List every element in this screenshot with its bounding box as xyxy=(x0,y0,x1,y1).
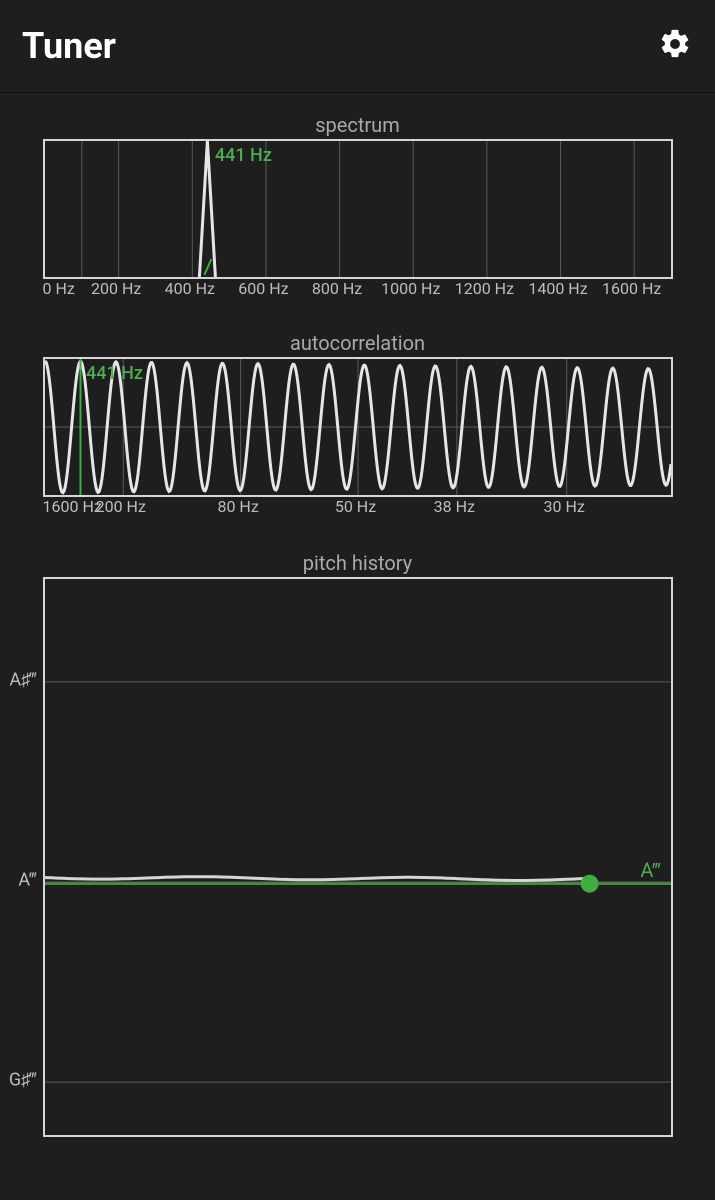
pitch-y-tick: A♯‴ xyxy=(9,669,36,690)
app-title: Tuner xyxy=(22,25,116,67)
spectrum-section: spectrum 441 Hz 0 Hz 200 Hz 400 Hz 600 Hz 80… xyxy=(43,113,673,301)
spectrum-tick: 800 Hz xyxy=(312,279,362,298)
pitch-current-note-label: A‴ xyxy=(640,858,660,883)
gear-icon xyxy=(658,27,692,65)
spectrum-tick: 200 Hz xyxy=(91,279,141,298)
autocorrelation-tick: 80 Hz xyxy=(217,497,258,516)
autocorrelation-x-axis: 1600 Hz200 Hz 80 Hz 50 Hz 38 Hz 30 Hz xyxy=(43,497,673,519)
spectrum-tick: 0 Hz xyxy=(43,279,75,298)
autocorrelation-tick: 200 Hz xyxy=(96,497,146,516)
autocorrelation-tick: 30 Hz xyxy=(544,497,585,516)
settings-button[interactable] xyxy=(655,26,695,66)
spectrum-title: spectrum xyxy=(43,113,673,137)
spectrum-tick: 1600 Hz xyxy=(602,279,661,298)
spectrum-tick: 400 Hz xyxy=(165,279,215,298)
spectrum-tick: 600 Hz xyxy=(238,279,288,298)
pitch-history-section: pitch history A‴ xyxy=(43,551,673,1137)
pitch-y-tick: A‴ xyxy=(18,870,36,891)
autocorrelation-tick: 1600 Hz xyxy=(43,497,102,516)
autocorrelation-tick: 38 Hz xyxy=(434,497,475,516)
autocorrelation-title: autocorrelation xyxy=(43,331,673,355)
autocorrelation-tick: 50 Hz xyxy=(335,497,376,516)
pitch-history-title: pitch history xyxy=(43,551,673,575)
pitch-y-tick: G♯‴ xyxy=(9,1070,37,1091)
pitch-history-chart[interactable]: A‴ xyxy=(43,577,673,1137)
spectrum-tick: 1200 Hz xyxy=(455,279,514,298)
spectrum-chart[interactable]: 441 Hz xyxy=(43,139,673,279)
autocorrelation-chart[interactable]: 441 Hz xyxy=(43,357,673,497)
autocorrelation-marker-label: 441 Hz xyxy=(86,363,143,384)
spectrum-tick: 1400 Hz xyxy=(528,279,587,298)
autocorrelation-section: autocorrelation 441 Hz 1600 Hz200 Hz 80 H… xyxy=(43,331,673,519)
spectrum-x-axis: 0 Hz 200 Hz 400 Hz 600 Hz 800 Hz 1000 Hz 1200 … xyxy=(43,279,673,301)
app-header: Tuner xyxy=(0,0,715,93)
spectrum-peak-label: 441 Hz xyxy=(215,145,272,166)
spectrum-tick: 1000 Hz xyxy=(381,279,440,298)
